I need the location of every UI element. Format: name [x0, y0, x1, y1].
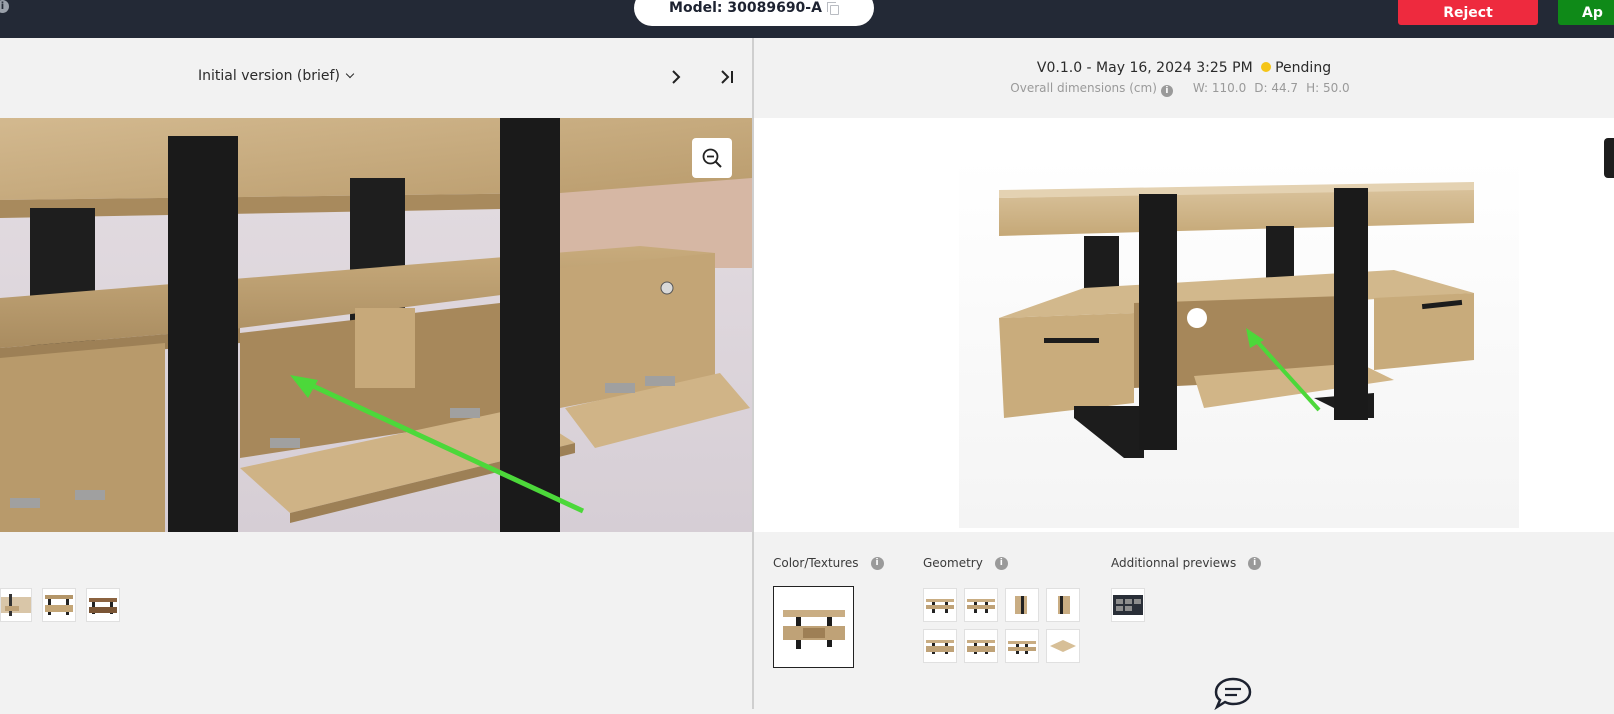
geometry-thumbnail[interactable] [1046, 629, 1080, 663]
status-label: Pending [1275, 60, 1332, 76]
version-info: V0.1.0 - May 16, 2024 3:25 PM Pending [754, 60, 1614, 76]
geometry-thumbnail[interactable] [923, 588, 957, 622]
dimensions-label: Overall dimensions (cm) [1010, 81, 1157, 95]
approve-button[interactable]: Ap [1558, 0, 1614, 25]
zoom-button[interactable] [692, 138, 732, 178]
skip-last-icon [721, 70, 733, 84]
info-icon[interactable]: i [1248, 556, 1262, 570]
height-value: H: 50.0 [1306, 81, 1350, 95]
color-textures-label: Color/Textures [773, 556, 859, 570]
chat-icon[interactable] [1212, 676, 1254, 714]
geometry-thumbnail[interactable] [1005, 629, 1039, 663]
reject-button[interactable]: Reject [1398, 0, 1538, 25]
dimensions-row: Overall dimensions (cm) i W: 110.0 D: 44.7 H… [754, 81, 1614, 97]
info-icon[interactable]: i [0, 0, 9, 13]
geometry-label: Geometry [923, 556, 983, 570]
reference-thumbnail[interactable] [0, 588, 32, 622]
side-panel-tab[interactable] [1604, 138, 1614, 178]
reference-photo [0, 118, 752, 532]
info-icon[interactable]: i [1160, 85, 1173, 97]
top-bar: i Model: 30089690-A Reject Ap [0, 0, 1614, 38]
next-version-button[interactable] [665, 66, 687, 88]
model-label: Model: 30089690-A [669, 0, 822, 16]
color-textures-section-label: Color/Textures i [773, 556, 884, 570]
geometry-thumbnail[interactable] [964, 588, 998, 622]
geometry-thumbnail[interactable] [1046, 588, 1080, 622]
render-image [754, 118, 1614, 532]
additional-previews-label: Additionnal previews [1111, 556, 1237, 570]
last-version-button[interactable] [716, 66, 738, 88]
model-pill: Model: 30089690-A [634, 0, 874, 26]
reference-thumbnail[interactable] [42, 588, 76, 622]
reference-thumbnail[interactable] [86, 588, 120, 622]
info-icon[interactable]: i [870, 556, 884, 570]
color-texture-thumbnail-selected[interactable] [773, 586, 854, 668]
copy-icon[interactable] [826, 2, 839, 15]
status-dot [1261, 62, 1272, 72]
info-icon[interactable]: i [994, 556, 1008, 570]
additional-previews-section-label: Additionnal previews i [1111, 556, 1262, 570]
chevron-down-icon [345, 69, 355, 79]
geometry-thumbnail[interactable] [1005, 588, 1039, 622]
version-label: V0.1.0 - May 16, 2024 3:25 PM [1036, 60, 1253, 76]
version-select[interactable]: Initial version (brief) [198, 68, 355, 84]
reference-image [0, 118, 752, 532]
geometry-thumbnails [923, 588, 1080, 663]
chevron-right-icon [672, 70, 681, 84]
geometry-section-label: Geometry i [923, 556, 1008, 570]
geometry-thumbnail[interactable] [964, 629, 998, 663]
reference-thumbnails [0, 588, 120, 622]
geometry-thumbnail[interactable] [923, 629, 957, 663]
zoom-out-icon [702, 148, 722, 168]
width-value: W: 110.0 [1192, 81, 1247, 95]
additional-preview-thumbnail[interactable] [1111, 588, 1145, 622]
depth-value: D: 44.7 [1254, 81, 1299, 95]
version-select-label: Initial version (brief) [198, 68, 340, 84]
model-render [754, 118, 1614, 532]
